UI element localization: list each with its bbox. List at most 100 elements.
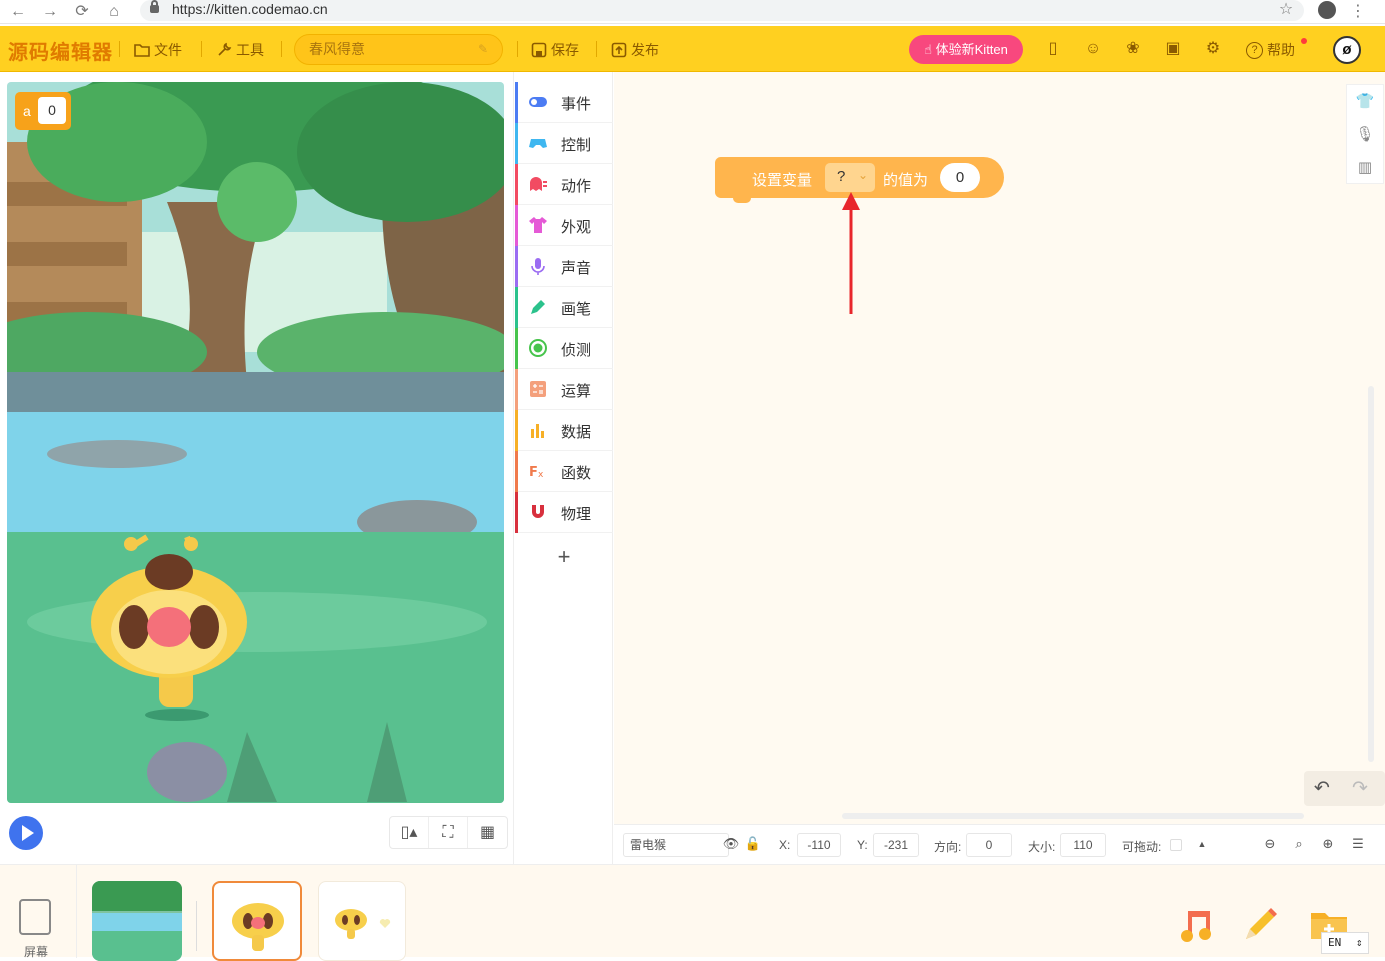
- tools-menu[interactable]: 工具: [216, 40, 264, 60]
- star-icon[interactable]: ☆: [1276, 0, 1296, 20]
- pencil-icon: ✎: [477, 42, 488, 56]
- browser-menu-icon[interactable]: ⋮: [1348, 2, 1368, 22]
- lock-icon: [150, 0, 159, 13]
- background-thumbnail[interactable]: [92, 881, 182, 961]
- save-label: 保存: [551, 42, 579, 58]
- horizontal-scrollbar[interactable]: [842, 813, 1304, 819]
- url-text: https://kitten.codemao.cn: [172, 1, 328, 17]
- user-avatar-icon[interactable]: ø: [1333, 36, 1361, 64]
- category-color-bar: [515, 410, 518, 451]
- reload-icon[interactable]: ⟳: [72, 2, 92, 22]
- microphone-icon: [531, 258, 545, 275]
- tablet-icon[interactable]: ▯: [1043, 39, 1063, 59]
- data-tab-icon[interactable]: ▥: [1347, 151, 1383, 184]
- help-button[interactable]: ? 帮助: [1246, 40, 1295, 60]
- grid-button[interactable]: ▦: [468, 817, 507, 848]
- category-color-bar: [515, 164, 518, 205]
- magnet-icon: [532, 505, 544, 518]
- gamepad-icon: [529, 139, 547, 148]
- sprite-thumbnail-selected[interactable]: [212, 881, 302, 961]
- sound-tab-icon[interactable]: 🎙: [1347, 118, 1383, 151]
- ime-indicator[interactable]: EN ⇕: [1321, 932, 1369, 954]
- sprite-thumbnail[interactable]: [318, 881, 406, 961]
- direction-input[interactable]: 0: [966, 833, 1012, 857]
- eye-icon[interactable]: 👁: [720, 833, 742, 855]
- category-events[interactable]: 事件: [515, 82, 613, 123]
- back-icon[interactable]: ←: [8, 2, 28, 22]
- file-menu[interactable]: 文件: [134, 40, 182, 60]
- category-color-bar: [515, 123, 518, 164]
- jungle-background-image: [7, 82, 504, 803]
- category-label: 外观: [561, 219, 592, 236]
- category-label: 控制: [561, 137, 592, 154]
- variable-dropdown[interactable]: ? ⌄: [825, 163, 875, 192]
- tools-menu-label: 工具: [236, 42, 264, 58]
- question-icon: ?: [1246, 41, 1263, 59]
- category-pen[interactable]: 画笔: [515, 287, 613, 328]
- music-icon[interactable]: [1176, 905, 1216, 945]
- calendar-icon[interactable]: ▣: [1163, 39, 1183, 59]
- block-middle-label: 的值为: [883, 172, 929, 189]
- help-label: 帮助: [1267, 42, 1295, 58]
- y-input[interactable]: -231: [873, 833, 919, 857]
- robot-icon[interactable]: ☺: [1083, 39, 1103, 59]
- x-input[interactable]: -110: [797, 833, 841, 857]
- category-control[interactable]: 控制: [515, 123, 613, 164]
- function-icon: Fx: [529, 465, 544, 480]
- stage-canvas[interactable]: a 0: [7, 82, 504, 803]
- category-label: 数据: [561, 424, 592, 441]
- forward-icon[interactable]: →: [40, 2, 60, 22]
- thunder-monkey-thumbnail: [232, 903, 284, 951]
- collapse-arrow-icon[interactable]: ▲: [1191, 833, 1213, 855]
- sprite-panel: 屏幕: [0, 864, 1385, 961]
- category-motion[interactable]: 动作: [515, 164, 613, 205]
- category-label: 函数: [561, 465, 592, 482]
- draggable-checkbox[interactable]: [1170, 839, 1182, 851]
- pencil-paint-icon[interactable]: [1240, 905, 1280, 945]
- add-category-button[interactable]: +: [515, 544, 613, 574]
- undo-icon[interactable]: ↶: [1314, 777, 1330, 800]
- tablet-screen-icon[interactable]: [19, 899, 51, 935]
- hamburger-menu-icon[interactable]: ☰: [1347, 833, 1369, 855]
- category-functions[interactable]: Fx 函数: [515, 451, 613, 492]
- fullscreen-button[interactable]: ⛶: [429, 817, 468, 848]
- category-looks[interactable]: 外观: [515, 205, 613, 246]
- project-name-input[interactable]: 春风得意 ✎: [294, 34, 503, 65]
- home-icon[interactable]: ⌂: [104, 2, 124, 22]
- block-value-input[interactable]: 0: [940, 163, 980, 192]
- category-physics[interactable]: 物理: [515, 492, 613, 533]
- device-rotate-button[interactable]: ▯▴: [390, 817, 429, 848]
- size-input[interactable]: 110: [1060, 833, 1106, 857]
- publish-button[interactable]: 发布: [611, 40, 659, 60]
- redo-icon[interactable]: ↷: [1352, 777, 1368, 800]
- costume-tab-icon[interactable]: 👕: [1347, 85, 1383, 118]
- direction-label: 方向:: [934, 840, 962, 854]
- play-button[interactable]: [9, 816, 43, 850]
- vertical-scrollbar[interactable]: [1368, 386, 1374, 762]
- background-thumbnail-image: [92, 881, 182, 961]
- address-bar[interactable]: https://kitten.codemao.cn ☆: [140, 0, 1304, 21]
- category-sensing[interactable]: 侦测: [515, 328, 613, 369]
- zoom-out-icon[interactable]: ⊖: [1259, 833, 1281, 855]
- category-data[interactable]: 数据: [515, 410, 613, 451]
- zoom-in-icon[interactable]: ⊕: [1317, 833, 1339, 855]
- settings-icon[interactable]: ⚙: [1203, 39, 1223, 59]
- unlock-icon[interactable]: 🔓: [742, 833, 764, 855]
- category-color-bar: [515, 369, 518, 410]
- try-new-kitten-label: 体验新Kitten: [935, 42, 1008, 57]
- app-logo[interactable]: 源码编辑器: [8, 36, 113, 65]
- category-sound[interactable]: 声音: [515, 246, 613, 287]
- zoom-reset-icon[interactable]: ⌕: [1288, 833, 1310, 855]
- svg-text:F: F: [529, 465, 538, 480]
- extensions-icon[interactable]: ❀: [1123, 39, 1143, 59]
- try-new-kitten-button[interactable]: ☝ 体验新Kitten: [909, 35, 1023, 64]
- sprite-name-field[interactable]: 雷电猴: [623, 833, 729, 857]
- toggle-icon: [529, 97, 547, 107]
- folder-icon: [134, 44, 150, 57]
- variable-monitor[interactable]: a 0: [15, 92, 71, 130]
- profile-icon[interactable]: [1318, 1, 1336, 19]
- pen-icon: [531, 300, 545, 314]
- save-button[interactable]: 保存: [531, 40, 579, 60]
- category-color-bar: [515, 451, 518, 492]
- category-operators[interactable]: 运算: [515, 369, 613, 410]
